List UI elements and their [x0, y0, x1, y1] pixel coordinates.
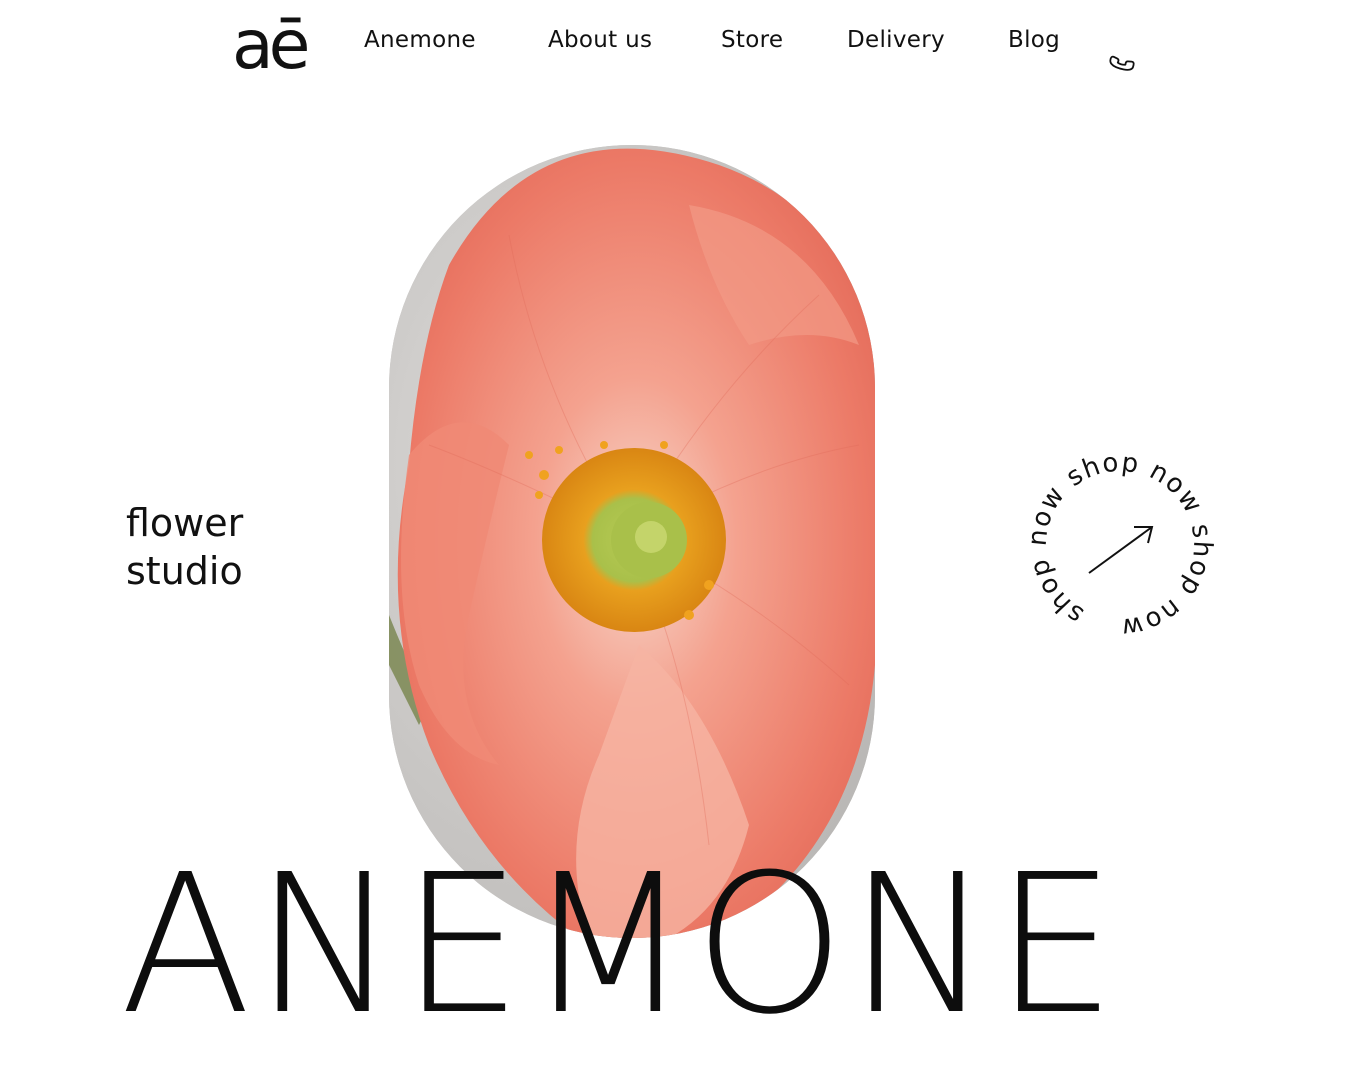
brand-logo[interactable]: aē: [232, 12, 310, 80]
main-nav: Anemone About us Store Delivery Blog: [364, 24, 1088, 56]
nav-item-blog[interactable]: Blog: [1008, 24, 1088, 56]
phone-icon[interactable]: [1104, 44, 1138, 78]
nav-item-delivery[interactable]: Delivery: [847, 24, 1008, 56]
nav-item-store[interactable]: Store: [721, 24, 847, 56]
svg-text:shop now shop now shop now: shop now shop now shop now: [1022, 447, 1218, 643]
shop-now-badge[interactable]: shop now shop now shop now: [988, 413, 1251, 676]
arrow-up-right-icon: [1088, 526, 1154, 574]
tagline-flower-studio: flower studio: [126, 501, 244, 593]
nav-item-about-us[interactable]: About us: [548, 24, 721, 56]
hero-title: ANEMONE: [120, 834, 1119, 1057]
nav-item-anemone[interactable]: Anemone: [364, 24, 548, 56]
shop-now-circular-text: shop now shop now shop now: [988, 413, 1251, 676]
anemone-flower-photo: [389, 145, 875, 938]
